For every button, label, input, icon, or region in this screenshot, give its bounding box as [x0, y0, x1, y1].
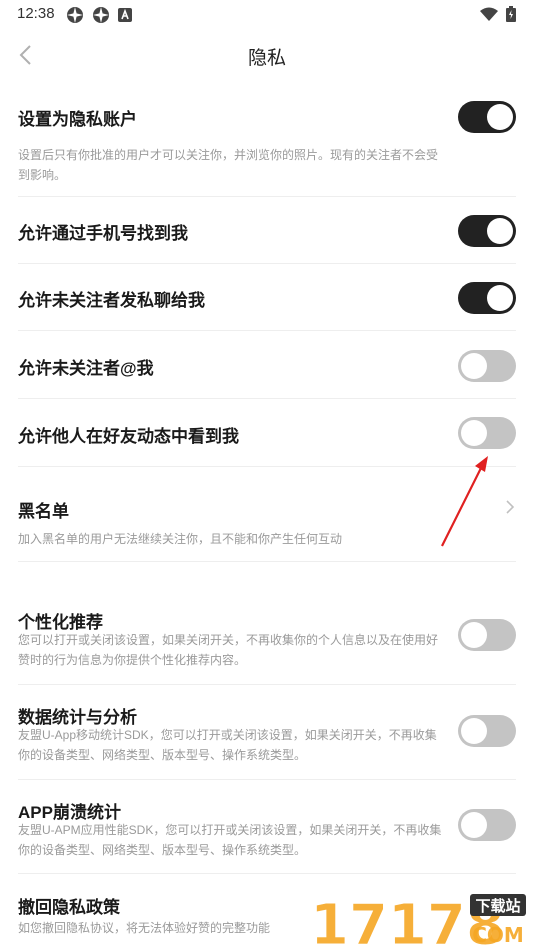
- watermark-logo: 17178 下载站 COM: [310, 893, 526, 950]
- setting-title: 黑名单: [18, 502, 69, 521]
- status-icons-right: [480, 6, 516, 22]
- toggle-knob: [487, 285, 513, 311]
- toggle-knob: [461, 718, 487, 744]
- site-watermark: 17178 下载站 COM: [308, 888, 534, 950]
- svg-text:下载站: 下载站: [475, 897, 520, 915]
- setting-description: 您可以打开或关闭该设置，如果关闭开关，不再收集你的个人信息以及在使用好赞时的行为…: [18, 633, 439, 667]
- setting-description: 如您撤回隐私协议，将无法体验好赞的完整功能: [18, 921, 271, 935]
- status-bar: 12:38: [0, 0, 534, 30]
- find-by-phone-toggle[interactable]: [458, 215, 516, 247]
- status-icons-left: [66, 6, 132, 24]
- setting-title: 允许未关注者发私聊给我: [18, 291, 205, 310]
- setting-title: 允许未关注者@我: [18, 359, 154, 378]
- svg-text:COM: COM: [472, 923, 524, 947]
- setting-title: 允许他人在好友动态中看到我: [18, 427, 239, 446]
- toggle-knob: [461, 622, 487, 648]
- setting-private-account: 设置为隐私账户 设置后只有你批准的用户才可以关注你，并浏览你的照片。现有的关注者…: [18, 92, 516, 197]
- personalized-toggle[interactable]: [458, 619, 516, 651]
- message-nonfollowers-toggle[interactable]: [458, 282, 516, 314]
- header: 隐私: [0, 30, 534, 80]
- notification-a-icon: [118, 8, 132, 22]
- setting-message-nonfollowers: 允许未关注者发私聊给我: [18, 264, 516, 331]
- setting-description: 友盟U-App移动统计SDK，您可以打开或关闭该设置，如果关闭开关，不再收集你的…: [18, 728, 437, 762]
- toggle-knob: [487, 218, 513, 244]
- battery-icon: [506, 6, 516, 22]
- toggle-knob: [461, 420, 487, 446]
- setting-personalized: 个性化推荐 您可以打开或关闭该设置，如果关闭开关，不再收集你的个人信息以及在使用…: [18, 590, 516, 685]
- setting-title: 允许通过手机号找到我: [18, 224, 188, 243]
- setting-title: 设置为隐私账户: [18, 110, 137, 129]
- setting-description: 加入黑名单的用户无法继续关注你，且不能和你产生任何互动: [18, 532, 343, 546]
- friend-feed-toggle[interactable]: [458, 417, 516, 449]
- wifi-icon: [480, 7, 498, 21]
- toggle-knob: [461, 812, 487, 838]
- setting-blacklist[interactable]: 黑名单 加入黑名单的用户无法继续关注你，且不能和你产生任何互动: [18, 467, 516, 562]
- analytics-toggle[interactable]: [458, 715, 516, 747]
- setting-crash-stats: APP崩溃统计 友盟U-APM应用性能SDK，您可以打开或关闭该设置，如果关闭开…: [18, 780, 516, 874]
- mention-nonfollowers-toggle[interactable]: [458, 350, 516, 382]
- chevron-right-icon: [506, 500, 515, 514]
- toggle-knob: [461, 353, 487, 379]
- setting-find-by-phone: 允许通过手机号找到我: [18, 197, 516, 264]
- setting-description: 友盟U-APM应用性能SDK，您可以打开或关闭该设置，如果关闭开关，不再收集你的…: [18, 823, 442, 857]
- toggle-knob: [487, 104, 513, 130]
- status-time: 12:38: [17, 5, 55, 22]
- app-icon: [67, 7, 83, 23]
- setting-description: 设置后只有你批准的用户才可以关注你，并浏览你的照片。现有的关注者不会受到影响。: [18, 148, 439, 182]
- page-title: 隐私: [247, 48, 286, 69]
- setting-title: 撤回隐私政策: [18, 898, 120, 917]
- setting-mention-nonfollowers: 允许未关注者@我: [18, 331, 516, 399]
- setting-analytics: 数据统计与分析 友盟U-App移动统计SDK，您可以打开或关闭该设置，如果关闭开…: [18, 685, 516, 780]
- setting-friend-feed: 允许他人在好友动态中看到我: [18, 399, 516, 467]
- crash-stats-toggle[interactable]: [458, 809, 516, 841]
- app-icon: [93, 7, 109, 23]
- private-account-toggle[interactable]: [458, 101, 516, 133]
